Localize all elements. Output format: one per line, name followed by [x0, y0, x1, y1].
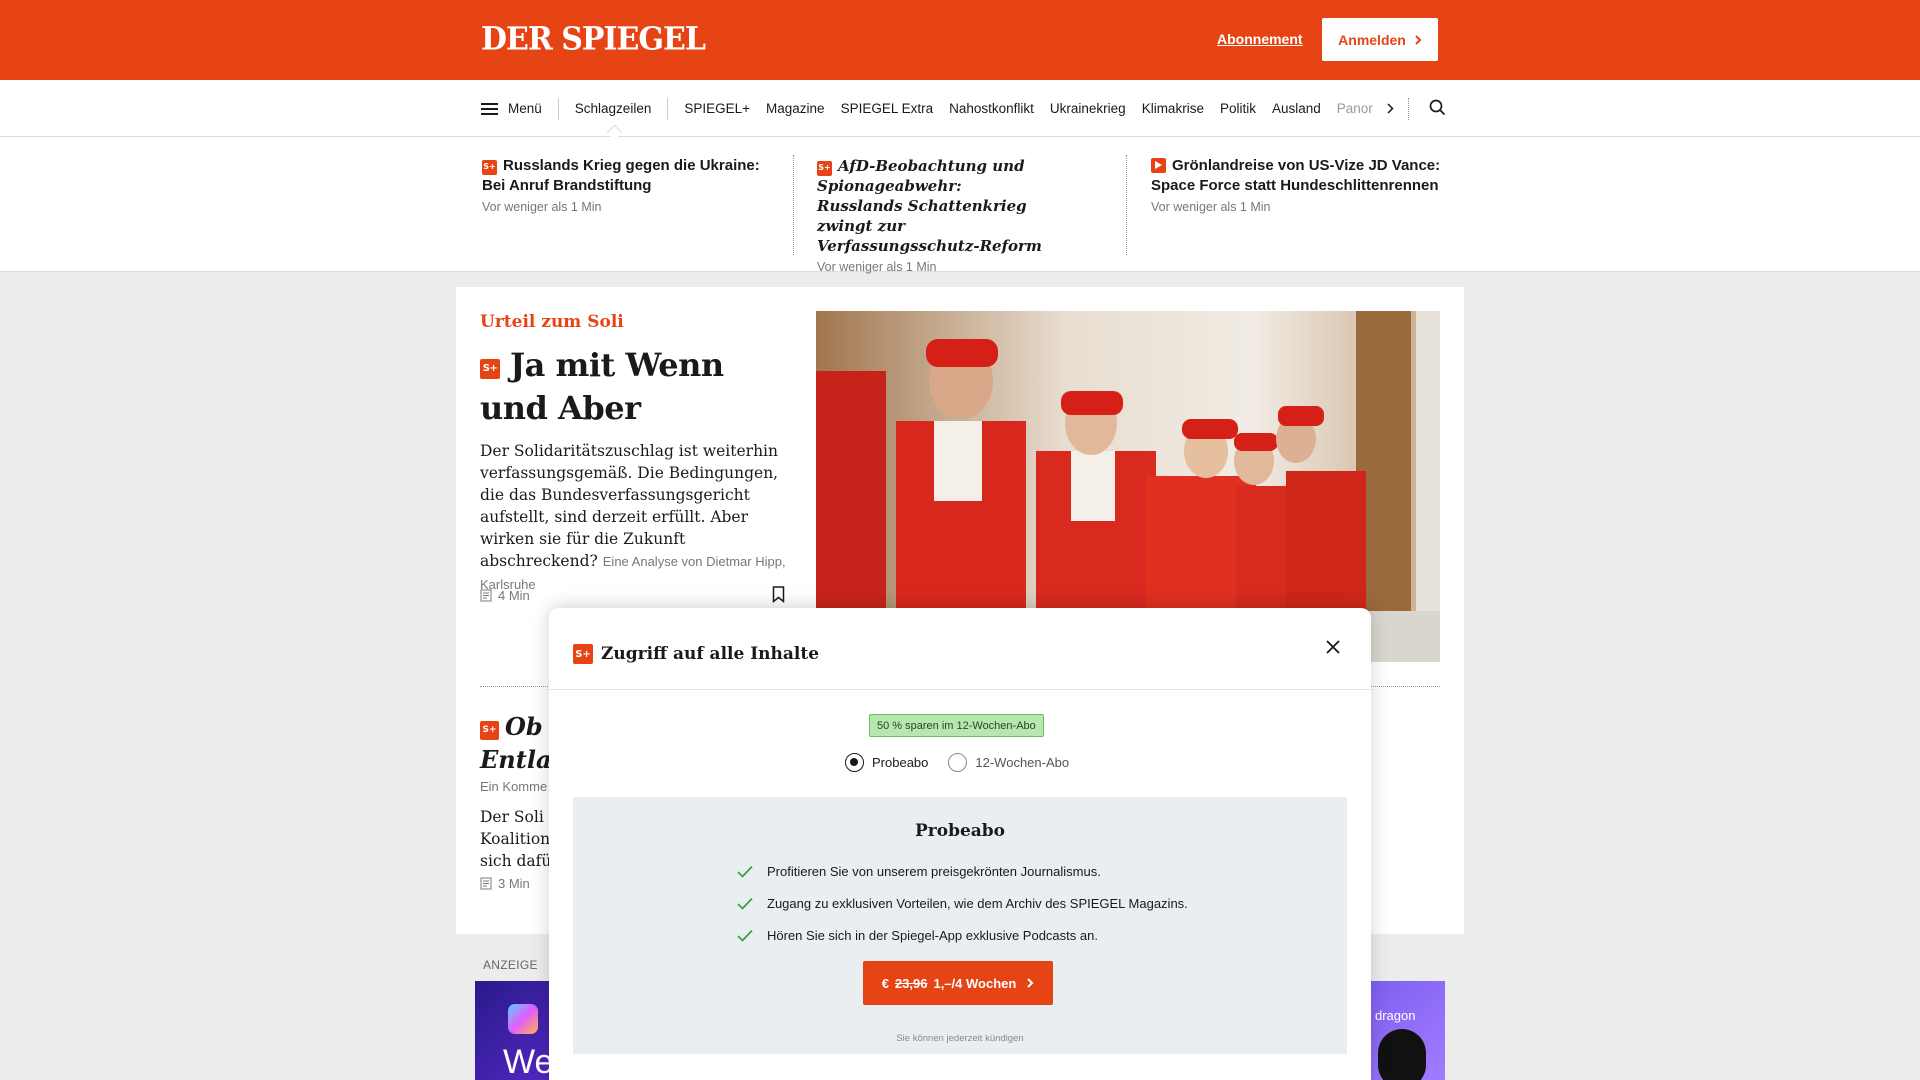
benefit-item: Zugang zu exklusiven Vorteilen, wie dem …	[737, 887, 1188, 919]
ad-label: ANZEIGE	[483, 958, 538, 972]
nav-item-ukrainekrieg[interactable]: Ukrainekrieg	[1050, 101, 1126, 116]
cta-currency: €	[881, 975, 889, 991]
subscription-modal: S+ Zugriff auf alle Inhalte 50 % sparen …	[549, 608, 1371, 1080]
cancel-note: Sie können jederzeit kündigen	[896, 1033, 1024, 1044]
search-button[interactable]	[1429, 99, 1446, 119]
chevron-right-icon	[1415, 34, 1422, 45]
ticker-item[interactable]: Grönlandreise von US-Vize JD Vance: Spac…	[1151, 156, 1451, 217]
offer-box: Probeabo Profitieren Sie von unserem pre…	[573, 797, 1347, 1054]
modal-divider	[549, 689, 1371, 690]
nav-item-klimakrise[interactable]: Klimakrise	[1142, 101, 1204, 116]
radio-unchecked-icon	[948, 753, 968, 772]
nav-scroll-right-button[interactable]	[1387, 102, 1394, 116]
main-navigation: Menü Schlagzeilen SPIEGEL+ Magazine SPIE…	[0, 80, 1920, 137]
nav-item-panorama[interactable]: Panor	[1337, 101, 1373, 116]
radio-label: Probeabo	[872, 755, 929, 770]
spiegel-logo[interactable]: DER SPIEGEL	[481, 21, 706, 58]
ticker-title: S+ AfD-Beobachtung und Spionageabwehr: Ru…	[817, 157, 1042, 255]
nav-item-spiegel-extra[interactable]: SPIEGEL Extra	[841, 101, 934, 116]
ticker-title: S+ Russlands Krieg gegen die Ukraine: Bei…	[482, 157, 760, 194]
ad-text: We	[503, 1043, 554, 1080]
copilot-icon	[508, 1004, 538, 1034]
bookmark-icon	[772, 586, 785, 604]
ticker-item[interactable]: S+ AfD-Beobachtung und Spionageabwehr: Ru…	[817, 156, 1047, 277]
nav-item-magazine[interactable]: Magazine	[766, 101, 825, 116]
chevron-right-icon	[1027, 978, 1034, 988]
reading-time: 3 Min	[480, 876, 530, 891]
ticker-time: Vor weniger als 1 Min	[817, 260, 937, 274]
reading-time: 4 Min	[480, 588, 530, 603]
ticker-item[interactable]: S+ Russlands Krieg gegen die Ukraine: Bei…	[482, 156, 777, 217]
plan-selector: Probeabo 12-Wochen-Abo	[845, 753, 1089, 772]
hamburger-icon	[481, 102, 498, 115]
close-icon	[1326, 640, 1340, 654]
close-modal-button[interactable]	[1322, 636, 1344, 658]
login-label: Anmelden	[1338, 31, 1406, 48]
spiegel-plus-icon: S+	[817, 160, 832, 176]
offer-title: Probeabo	[914, 821, 1006, 841]
abonnement-link[interactable]: Abonnement	[1217, 31, 1303, 47]
second-article-meta: Ein Komme	[480, 779, 548, 794]
checkmark-icon	[737, 929, 753, 942]
ticker-divider	[793, 155, 794, 255]
spiegel-plus-icon: S+	[480, 721, 499, 740]
cta-new-price: 1,–/4 Wochen	[933, 975, 1017, 991]
snapdragon-icon	[1378, 1029, 1426, 1080]
ad-brand-text: dragon	[1375, 1008, 1416, 1023]
ticker-time: Vor weniger als 1 Min	[482, 200, 602, 214]
article-icon	[480, 589, 492, 602]
nav-item-ausland[interactable]: Ausland	[1272, 101, 1321, 116]
article-kicker[interactable]: Urteil zum Soli	[480, 312, 624, 332]
spiegel-plus-icon: S+	[480, 358, 500, 379]
radio-label: 12-Wochen-Abo	[975, 755, 1070, 770]
headline-ticker: S+ Russlands Krieg gegen die Ukraine: Bei…	[0, 137, 1920, 274]
cta-old-price: 23,96	[894, 975, 928, 991]
benefits-list: Profitieren Sie von unserem preisgekrönt…	[737, 855, 1188, 951]
nav-item-schlagzeilen[interactable]: Schlagzeilen	[575, 97, 669, 120]
spiegel-plus-icon: S+	[573, 644, 593, 664]
article-headline[interactable]: S+ Ja mit Wenn und Aber	[480, 344, 780, 430]
second-article-teaser[interactable]: Der Soli is Koalition sich dafür	[480, 806, 550, 872]
nav-item-spiegel-plus[interactable]: SPIEGEL+	[684, 101, 750, 116]
spiegel-plus-icon: S+	[482, 159, 497, 175]
login-button[interactable]: Anmelden	[1322, 18, 1438, 61]
article-teaser[interactable]: Der Solidaritätszuschlag ist weiterhin v…	[480, 440, 796, 596]
search-icon	[1429, 99, 1445, 115]
savings-badge: 50 % sparen im 12-Wochen-Abo	[869, 714, 1044, 737]
checkmark-icon	[737, 897, 753, 910]
chevron-right-icon	[1387, 103, 1394, 114]
ticker-time: Vor weniger als 1 Min	[1151, 200, 1271, 214]
benefit-item: Hören Sie sich in der Spiegel-App exklus…	[737, 919, 1188, 951]
radio-12-wochen-abo[interactable]: 12-Wochen-Abo	[948, 753, 1069, 772]
bookmark-button[interactable]	[772, 586, 785, 608]
nav-divider	[1407, 97, 1409, 120]
benefit-item: Profitieren Sie von unserem preisgekrönt…	[737, 855, 1188, 887]
ticker-divider	[1126, 155, 1127, 255]
menu-label: Menü	[508, 101, 542, 116]
top-header: DER SPIEGEL Abonnement Anmelden	[0, 0, 1920, 80]
radio-probeabo[interactable]: Probeabo	[845, 753, 928, 772]
menu-button[interactable]: Menü	[481, 97, 559, 120]
subscribe-button[interactable]: € 23,96 1,–/4 Wochen	[863, 961, 1053, 1005]
checkmark-icon	[737, 865, 753, 878]
article-icon	[480, 877, 492, 890]
video-play-icon	[1151, 157, 1166, 173]
modal-title: S+ Zugriff auf alle Inhalte	[573, 644, 819, 664]
ticker-title: Grönlandreise von US-Vize JD Vance: Spac…	[1151, 157, 1441, 194]
nav-item-nahostkonflikt[interactable]: Nahostkonflikt	[949, 101, 1034, 116]
nav-item-politik[interactable]: Politik	[1220, 101, 1256, 116]
radio-checked-icon	[845, 753, 864, 772]
